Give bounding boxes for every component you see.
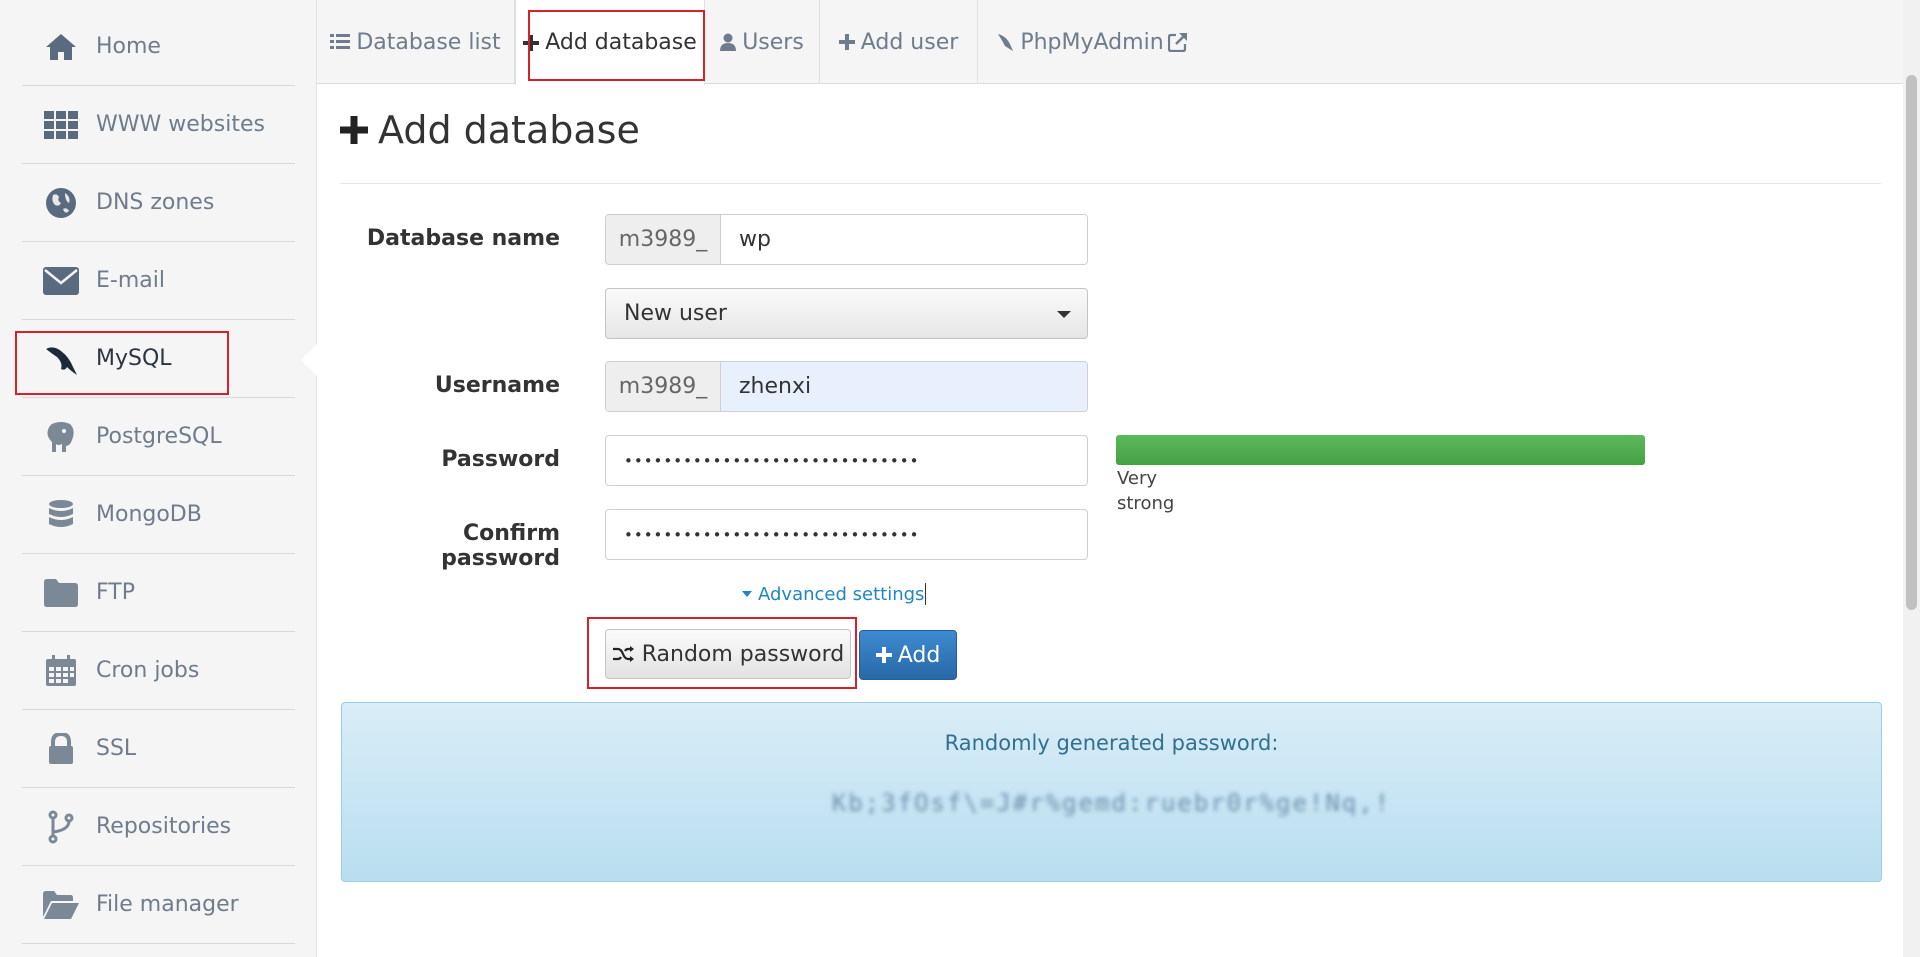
password-strength-fill (1116, 435, 1645, 465)
sidebar-item-label: FTP (96, 580, 135, 605)
sidebar-item-label: DNS zones (96, 190, 215, 215)
external-link-icon (1167, 33, 1187, 52)
confirm-password-input[interactable]: •••••••••••••••••••••••••••••• (605, 509, 1088, 560)
generated-password-alert: Randomly generated password: Kb;3fOsf\=J… (341, 702, 1882, 882)
page-title: Add database (340, 108, 640, 152)
user-select[interactable]: New user (605, 288, 1088, 339)
phpmyadmin-sail-icon (998, 34, 1014, 51)
tab-label: Database list (356, 29, 501, 55)
caret-down-icon (742, 591, 752, 597)
tab-label: PhpMyAdmin (1020, 29, 1164, 55)
sidebar-item-mongodb[interactable]: MongoDB (22, 476, 295, 554)
vertical-scrollbar[interactable] (1903, 0, 1920, 957)
envelope-icon (42, 262, 80, 300)
database-name-label: Database name (366, 226, 560, 251)
sidebar-item-label: File manager (96, 892, 239, 917)
page-title-text: Add database (378, 108, 640, 152)
sidebar-item-label: WWW websites (96, 112, 265, 137)
sidebar-item-home[interactable]: Home (22, 8, 295, 86)
database-name-field[interactable]: m3989_ wp (605, 214, 1088, 265)
username-field[interactable]: m3989_ zhenxi (605, 361, 1088, 412)
tab-database-list[interactable]: Database list (317, 0, 515, 84)
home-icon (42, 28, 80, 66)
sidebar-item-label: MongoDB (96, 502, 202, 527)
git-branch-icon (42, 808, 80, 846)
database-prefix-addon: m3989_ (606, 215, 721, 264)
calendar-icon (42, 652, 80, 690)
generated-password-title: Randomly generated password: (944, 731, 1279, 755)
globe-icon (42, 184, 80, 222)
highlight-box-random-password (587, 617, 857, 689)
tab-users[interactable]: Users (705, 0, 820, 84)
text-cursor (925, 583, 927, 605)
highlight-box-mysql (15, 331, 229, 395)
sidebar-item-ssl[interactable]: SSL (22, 710, 295, 788)
tab-label: Users (742, 29, 804, 55)
user-icon (720, 33, 737, 51)
postgresql-elephant-icon (42, 418, 80, 456)
advanced-settings-label: Advanced settings (758, 583, 925, 605)
active-item-pointer (301, 343, 318, 377)
sidebar-item-label: SSL (96, 736, 137, 761)
sidebar-item-www-websites[interactable]: WWW websites (22, 86, 295, 164)
caret-down-icon (1057, 311, 1071, 318)
password-strength-bar (1116, 435, 1645, 465)
plus-icon (340, 116, 368, 144)
sidebar-item-cron-jobs[interactable]: Cron jobs (22, 632, 295, 710)
plus-icon (838, 34, 855, 50)
confirm-password-label: Confirm password (441, 521, 560, 571)
tab-phpmyadmin[interactable]: PhpMyAdmin (978, 0, 1206, 84)
sidebar-item-label: PostgreSQL (96, 424, 222, 449)
divider (340, 183, 1881, 184)
sidebar-item-postgresql[interactable]: PostgreSQL (22, 398, 295, 476)
username-input[interactable]: zhenxi (721, 362, 1087, 411)
sidebar-item-repositories[interactable]: Repositories (22, 788, 295, 866)
username-label: Username (434, 373, 560, 398)
scrollbar-thumb[interactable] (1906, 75, 1917, 610)
generated-password-value: Kb;3fOsf\=J#r%gemd:ruebr0r%ge!Nq,! (831, 789, 1392, 817)
list-icon (330, 34, 351, 49)
sidebar: Home WWW websites DNS zones E-mail MySQL… (0, 0, 317, 957)
database-icon (42, 496, 80, 534)
highlight-box-add-database-tab (528, 10, 705, 81)
sidebar-item-ftp[interactable]: FTP (22, 554, 295, 632)
lock-icon (42, 730, 80, 768)
add-button-label: Add (897, 642, 941, 668)
password-label: Password (441, 447, 560, 472)
grid-icon (42, 106, 80, 144)
add-button[interactable]: Add (859, 630, 957, 680)
sidebar-item-label: Cron jobs (96, 658, 200, 683)
advanced-settings-link[interactable]: Advanced settings (742, 583, 927, 605)
sidebar-item-label: Repositories (96, 814, 232, 839)
folder-icon (42, 574, 80, 612)
tab-label: Add user (860, 29, 959, 55)
tab-add-user[interactable]: Add user (820, 0, 978, 84)
sidebar-item-dns-zones[interactable]: DNS zones (22, 164, 295, 242)
sidebar-item-file-manager[interactable]: File manager (22, 866, 295, 944)
user-select-value: New user (624, 301, 727, 326)
sidebar-item-label: Home (96, 34, 161, 59)
plus-icon (875, 647, 892, 663)
database-name-input[interactable]: wp (721, 215, 1087, 264)
password-strength-label: Very strong (1117, 468, 1175, 514)
folder-open-icon (42, 886, 80, 924)
username-prefix-addon: m3989_ (606, 362, 721, 411)
sidebar-item-email[interactable]: E-mail (22, 242, 295, 320)
sidebar-item-label: E-mail (96, 268, 165, 293)
password-input[interactable]: •••••••••••••••••••••••••••••• (605, 435, 1088, 486)
